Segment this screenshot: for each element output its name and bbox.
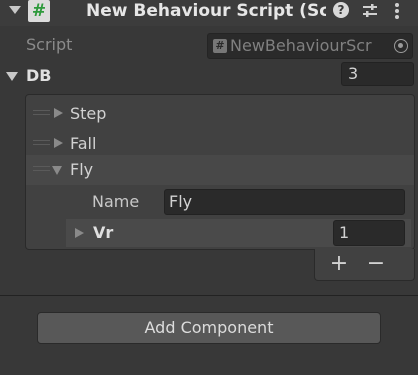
add-element-button[interactable]: + [327, 251, 351, 277]
sliders-icon[interactable] [362, 3, 378, 19]
list-item-label: Fly [70, 160, 94, 179]
list-item-step[interactable]: Step [26, 99, 414, 129]
remove-element-button[interactable]: − [364, 251, 388, 277]
list-item-fly[interactable]: Fly [26, 155, 414, 185]
component-title: New Behaviour Script (Sc [86, 1, 326, 21]
script-field-value: NewBehaviourScr [230, 36, 372, 55]
add-component-button[interactable]: Add Component [37, 312, 381, 344]
script-label: Script [26, 35, 73, 54]
collapse-arrow-icon[interactable] [52, 166, 62, 175]
expand-arrow-icon[interactable] [54, 108, 63, 118]
expand-arrow-icon[interactable] [54, 138, 63, 148]
object-picker-icon[interactable] [394, 39, 408, 53]
db-size-field[interactable]: 3 [341, 62, 414, 86]
script-file-icon: # [213, 39, 227, 53]
drag-handle-icon[interactable] [33, 166, 50, 171]
db-foldout-arrow-icon[interactable] [6, 72, 18, 81]
name-input[interactable]: Fly [164, 189, 405, 215]
vertical-ellipsis-icon[interactable] [392, 1, 402, 21]
name-label: Name [92, 192, 140, 211]
component-fold-arrow-icon[interactable] [9, 6, 21, 14]
script-icon: # [28, 0, 50, 22]
help-icon[interactable]: ? [333, 2, 349, 18]
vr-size-field[interactable]: 1 [333, 220, 405, 246]
db-label[interactable]: DB [26, 65, 51, 87]
list-item-label: Fall [70, 134, 97, 153]
list-item-label: Step [70, 104, 107, 123]
script-object-field[interactable]: # NewBehaviourScr [207, 33, 413, 59]
drag-handle-icon[interactable] [33, 110, 50, 115]
component-header: # New Behaviour Script (Sc ? [0, 0, 418, 26]
divider [0, 295, 418, 296]
vr-label: Vr [93, 223, 114, 242]
list-footer: + − [314, 249, 415, 281]
drag-handle-icon[interactable] [33, 140, 50, 145]
vr-expand-arrow-icon[interactable] [75, 228, 84, 238]
